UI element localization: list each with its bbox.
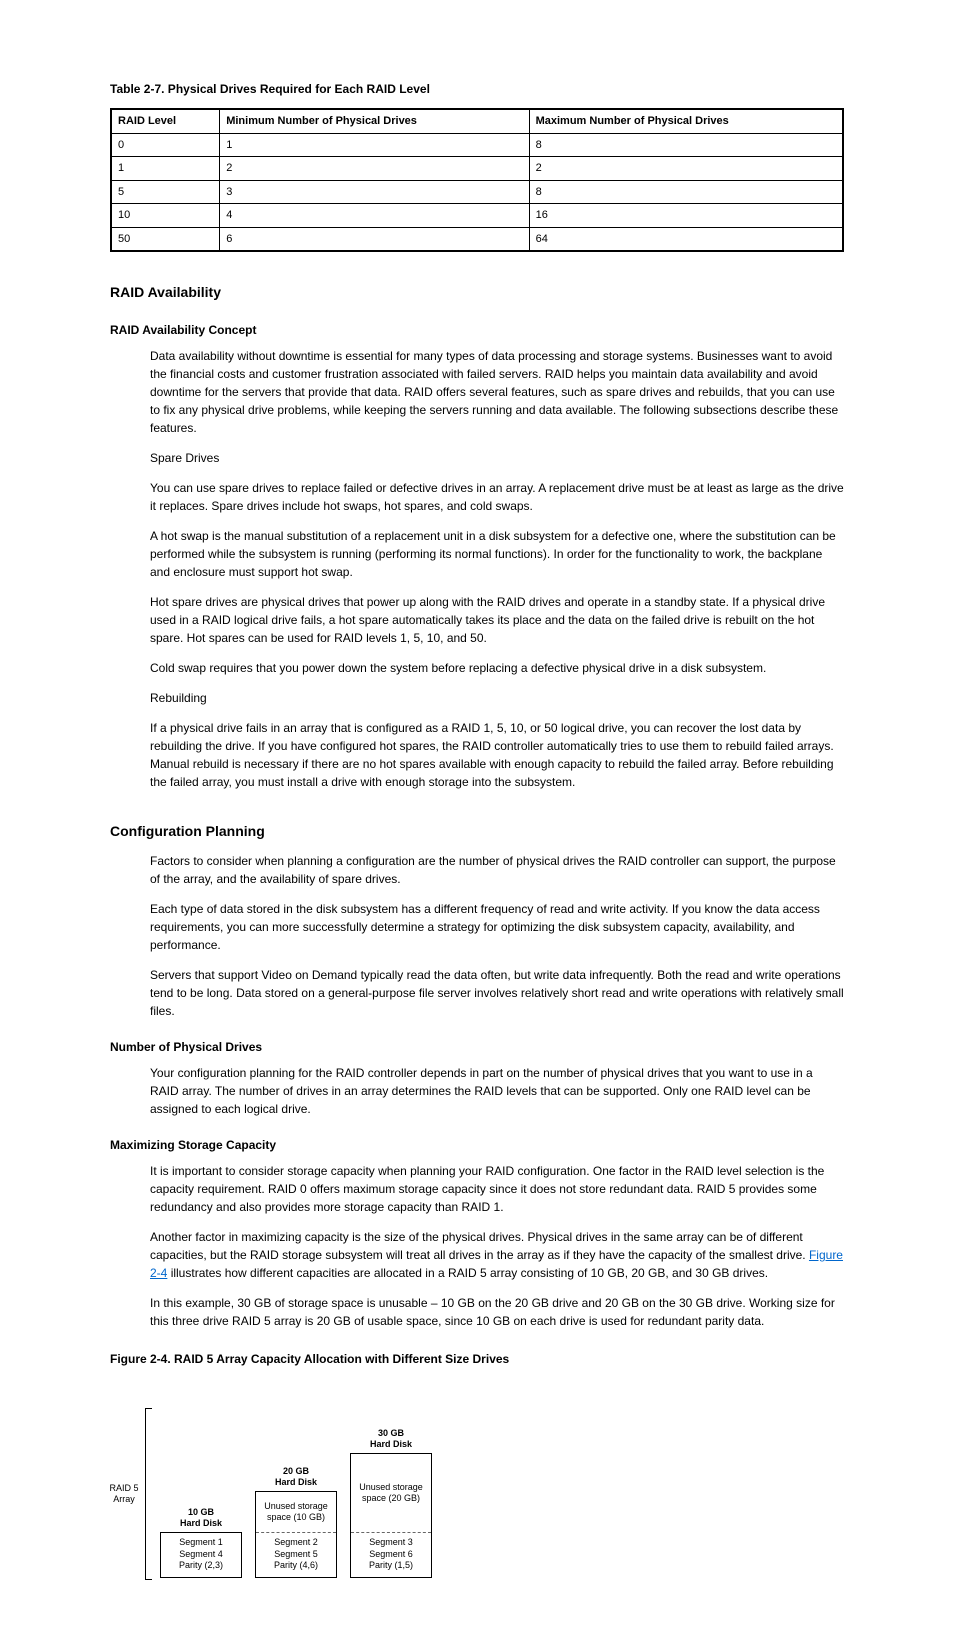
paragraph: Each type of data stored in the disk sub… — [150, 900, 844, 954]
table-row: 018 — [111, 133, 843, 157]
paragraph: You can use spare drives to replace fail… — [150, 479, 844, 515]
table-row: 10416 — [111, 204, 843, 228]
paragraph: Servers that support Video on Demand typ… — [150, 966, 844, 1020]
table-row: 122 — [111, 157, 843, 181]
heading-config-planning: Configuration Planning — [110, 821, 844, 842]
disk-column-10gb: 10 GBHard Disk Segment 1 Segment 4 Parit… — [160, 1507, 242, 1578]
raid-level-table: RAID Level Minimum Number of Physical Dr… — [110, 108, 844, 252]
paragraph: Data availability without downtime is es… — [150, 347, 844, 437]
disk-column-20gb: 20 GBHard Disk Unused storage space (10 … — [255, 1466, 337, 1578]
paragraph: Cold swap requires that you power down t… — [150, 659, 844, 677]
paragraph: A hot swap is the manual substitution of… — [150, 527, 844, 581]
disk-column-30gb: 30 GBHard Disk Unused storage space (20 … — [350, 1428, 432, 1578]
table-row: 538 — [111, 180, 843, 204]
subheading-availability-concept: RAID Availability Concept — [110, 321, 844, 339]
array-brace-label: RAID 5Array — [105, 1483, 143, 1505]
paragraph: Another factor in maximizing capacity is… — [150, 1228, 844, 1282]
paragraph: Spare Drives — [150, 449, 844, 467]
array-brace — [145, 1408, 152, 1580]
figure-caption: Figure 2-4. RAID 5 Array Capacity Alloca… — [110, 1350, 844, 1368]
paragraph: It is important to consider storage capa… — [150, 1162, 844, 1216]
table-row: 50664 — [111, 227, 843, 251]
col-header: Maximum Number of Physical Drives — [529, 109, 843, 133]
paragraph: Your configuration planning for the RAID… — [150, 1064, 844, 1118]
col-header: Minimum Number of Physical Drives — [220, 109, 529, 133]
col-header: RAID Level — [111, 109, 220, 133]
table-title: Table 2-7. Physical Drives Required for … — [110, 80, 844, 98]
figure-raid5-capacity: RAID 5Array 10 GBHard Disk Segment 1 Seg… — [110, 1388, 844, 1588]
paragraph: In this example, 30 GB of storage space … — [150, 1294, 844, 1330]
subheading-num-drives: Number of Physical Drives — [110, 1038, 844, 1056]
paragraph: Hot spare drives are physical drives tha… — [150, 593, 844, 647]
subheading-max-capacity: Maximizing Storage Capacity — [110, 1136, 844, 1154]
paragraph: If a physical drive fails in an array th… — [150, 719, 844, 791]
paragraph: Factors to consider when planning a conf… — [150, 852, 844, 888]
heading-raid-availability: RAID Availability — [110, 282, 844, 303]
paragraph: Rebuilding — [150, 689, 844, 707]
